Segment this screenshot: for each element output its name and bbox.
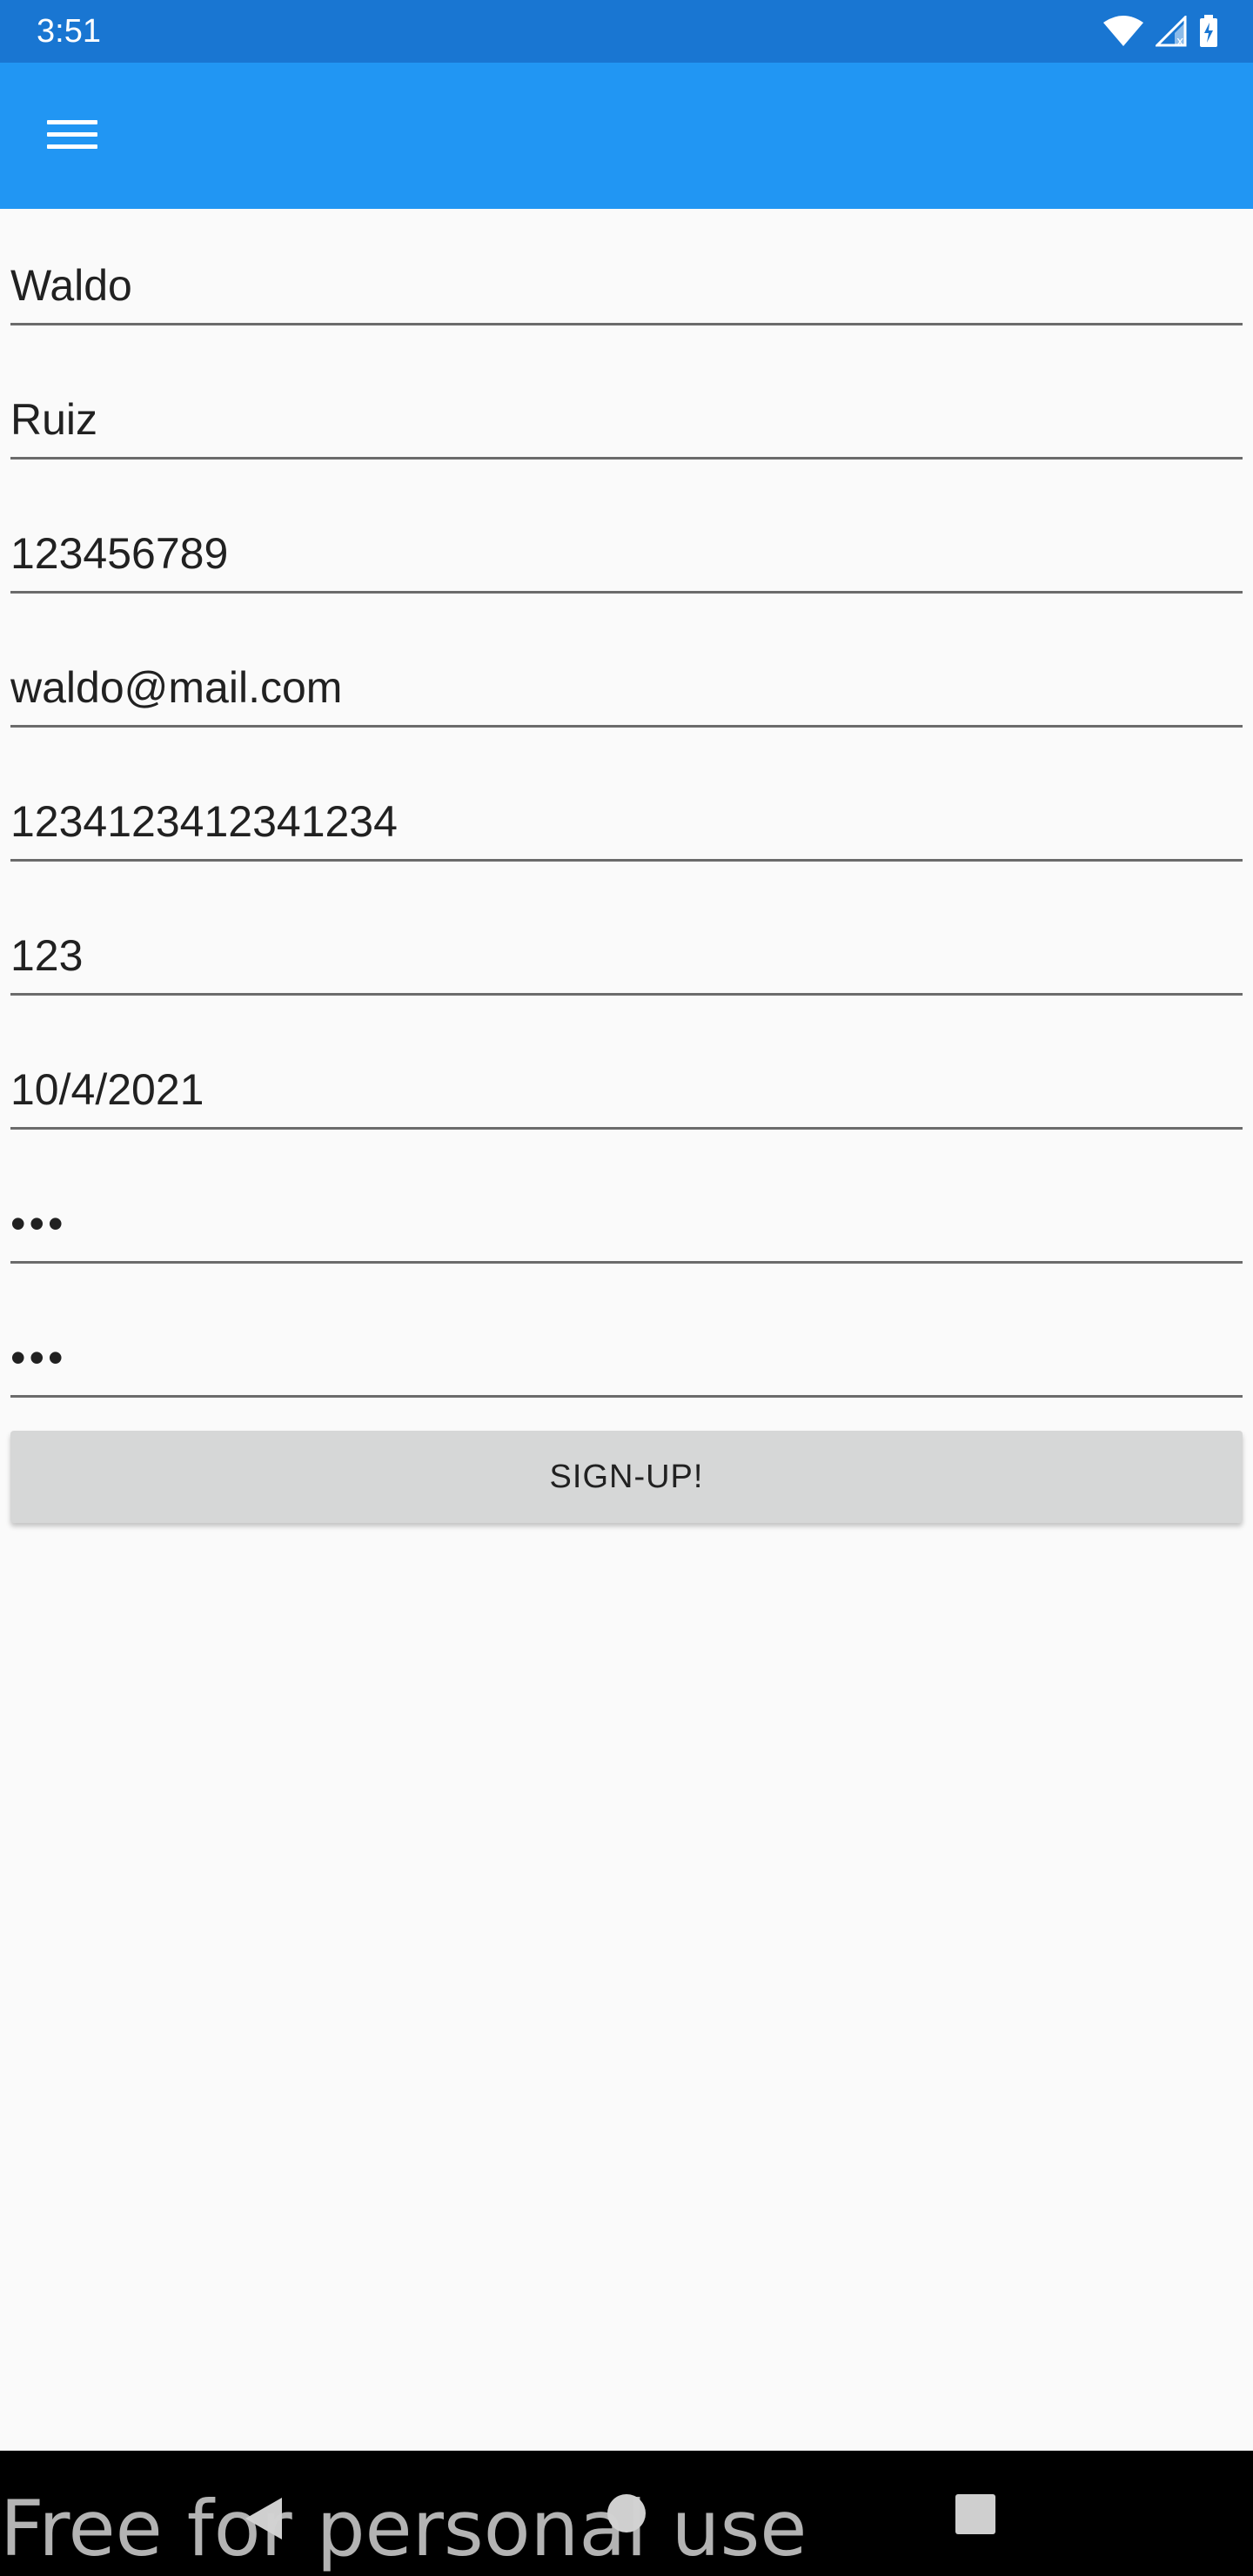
email-field[interactable] (10, 630, 1243, 728)
field-underline (10, 1395, 1243, 1398)
status-icons: x (1103, 12, 1218, 50)
field-underline (10, 457, 1243, 460)
field-underline (10, 1261, 1243, 1264)
cvv-input[interactable] (10, 898, 1243, 992)
phone-field[interactable] (10, 496, 1243, 594)
last-name-field[interactable] (10, 362, 1243, 460)
status-bar: 3:51 x (0, 0, 1253, 63)
last-name-input[interactable] (10, 362, 1243, 456)
signal-icon: x (1156, 16, 1187, 47)
status-time: 3:51 (37, 13, 101, 50)
first-name-input[interactable] (10, 228, 1243, 322)
phone-input[interactable] (10, 496, 1243, 590)
date-field[interactable] (10, 1032, 1243, 1130)
field-underline (10, 859, 1243, 862)
wifi-icon (1103, 16, 1143, 46)
svg-text:x: x (1176, 35, 1183, 47)
field-underline (10, 993, 1243, 996)
card-number-field[interactable] (10, 764, 1243, 862)
signup-button[interactable]: SIGN-UP! (10, 1431, 1243, 1523)
password-field[interactable] (10, 1166, 1243, 1264)
date-input[interactable] (10, 1032, 1243, 1126)
recents-icon[interactable] (955, 2494, 995, 2534)
field-underline (10, 725, 1243, 728)
confirm-password-field[interactable] (10, 1300, 1243, 1398)
battery-charging-icon (1200, 15, 1217, 47)
password-input[interactable] (10, 1166, 1243, 1260)
first-name-field[interactable] (10, 228, 1243, 325)
menu-icon[interactable] (47, 115, 97, 155)
field-underline (10, 1127, 1243, 1130)
home-icon[interactable] (607, 2494, 646, 2532)
confirm-password-input[interactable] (10, 1300, 1243, 1394)
app-bar (0, 63, 1253, 209)
back-icon[interactable] (244, 2496, 285, 2541)
card-number-input[interactable] (10, 764, 1243, 858)
cvv-field[interactable] (10, 898, 1243, 996)
email-input[interactable] (10, 630, 1243, 724)
field-underline (10, 323, 1243, 325)
field-underline (10, 591, 1243, 594)
